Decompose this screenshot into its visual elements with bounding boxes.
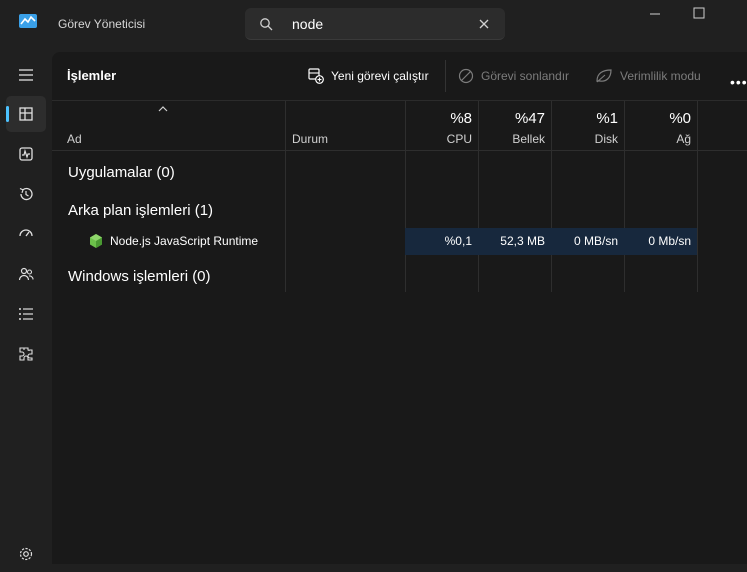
group-background-processes[interactable]: Arka plan işlemleri (1) <box>68 202 213 219</box>
sidebar-item-details[interactable] <box>6 296 46 332</box>
table-header-divider <box>52 150 747 151</box>
network-total: %0 <box>669 110 691 127</box>
leaf-icon <box>596 69 612 83</box>
disk-total: %1 <box>596 110 618 127</box>
column-divider <box>285 101 286 292</box>
column-divider <box>551 101 552 292</box>
column-header-status[interactable]: Durum <box>292 132 328 146</box>
gear-icon <box>19 547 33 561</box>
group-apps[interactable]: Uygulamalar (0) <box>68 164 175 181</box>
performance-icon <box>19 147 33 161</box>
sidebar <box>0 52 52 564</box>
sidebar-item-services[interactable] <box>6 336 46 372</box>
sidebar-item-users[interactable] <box>6 256 46 292</box>
end-task-label: Görevi sonlandır <box>481 69 570 83</box>
sort-ascending-icon <box>158 106 168 112</box>
column-divider <box>405 101 406 292</box>
more-options-button[interactable]: ••• <box>730 74 747 90</box>
startup-icon <box>19 229 33 237</box>
column-header-name[interactable]: Ad <box>67 132 82 146</box>
process-disk: 0 MB/sn <box>573 234 618 248</box>
column-divider <box>697 101 698 292</box>
efficiency-mode-button[interactable]: Verimlilik modu <box>595 64 701 88</box>
column-header-network[interactable]: Ağ <box>624 132 691 146</box>
process-cpu: %0,1 <box>444 234 472 248</box>
run-new-task-button[interactable]: Yeni görevi çalıştır <box>308 64 429 88</box>
new-task-icon <box>308 68 324 84</box>
column-divider <box>624 101 625 292</box>
search-input[interactable]: node <box>292 16 323 32</box>
app-title: Görev Yöneticisi <box>58 17 146 31</box>
close-icon[interactable] <box>477 17 491 31</box>
sidebar-item-processes[interactable] <box>6 96 46 132</box>
menu-button[interactable] <box>6 57 46 93</box>
end-task-button[interactable]: Görevi sonlandır <box>458 64 569 88</box>
processes-icon <box>19 107 33 121</box>
hamburger-icon <box>19 69 33 81</box>
details-icon <box>19 308 33 320</box>
run-new-task-label: Yeni görevi çalıştır <box>331 69 429 83</box>
header-divider <box>52 100 747 101</box>
group-windows-processes[interactable]: Windows işlemleri (0) <box>68 268 211 285</box>
maximize-button[interactable] <box>676 0 722 30</box>
history-icon <box>19 187 33 201</box>
search-icon <box>260 18 273 31</box>
sidebar-item-app-history[interactable] <box>6 176 46 212</box>
process-memory: 52,3 MB <box>500 234 545 248</box>
search-box[interactable]: node <box>245 8 505 40</box>
toolbar-divider <box>445 60 446 92</box>
memory-total: %47 <box>514 110 545 127</box>
nodejs-icon <box>90 234 102 248</box>
efficiency-mode-label: Verimlilik modu <box>620 69 701 83</box>
end-task-icon <box>458 68 474 84</box>
sidebar-item-settings[interactable] <box>6 536 46 572</box>
services-icon <box>19 347 33 361</box>
cpu-total: %8 <box>450 110 472 127</box>
sidebar-item-startup-apps[interactable] <box>6 216 46 252</box>
process-name[interactable]: Node.js JavaScript Runtime <box>110 234 258 248</box>
column-header-memory[interactable]: Bellek <box>478 132 545 146</box>
column-header-disk[interactable]: Disk <box>551 132 618 146</box>
column-divider <box>478 101 479 292</box>
page-title: İşlemler <box>67 68 117 83</box>
sidebar-item-performance[interactable] <box>6 136 46 172</box>
processes-page: İşlemler Yeni görevi çalıştır Görevi son… <box>52 52 747 564</box>
users-icon <box>18 267 34 281</box>
process-network: 0 Mb/sn <box>648 234 691 248</box>
minimize-button[interactable] <box>632 0 678 30</box>
task-manager-icon <box>19 14 37 28</box>
column-header-cpu[interactable]: CPU <box>405 132 472 146</box>
title-bar: Görev Yöneticisi node <box>0 0 747 52</box>
